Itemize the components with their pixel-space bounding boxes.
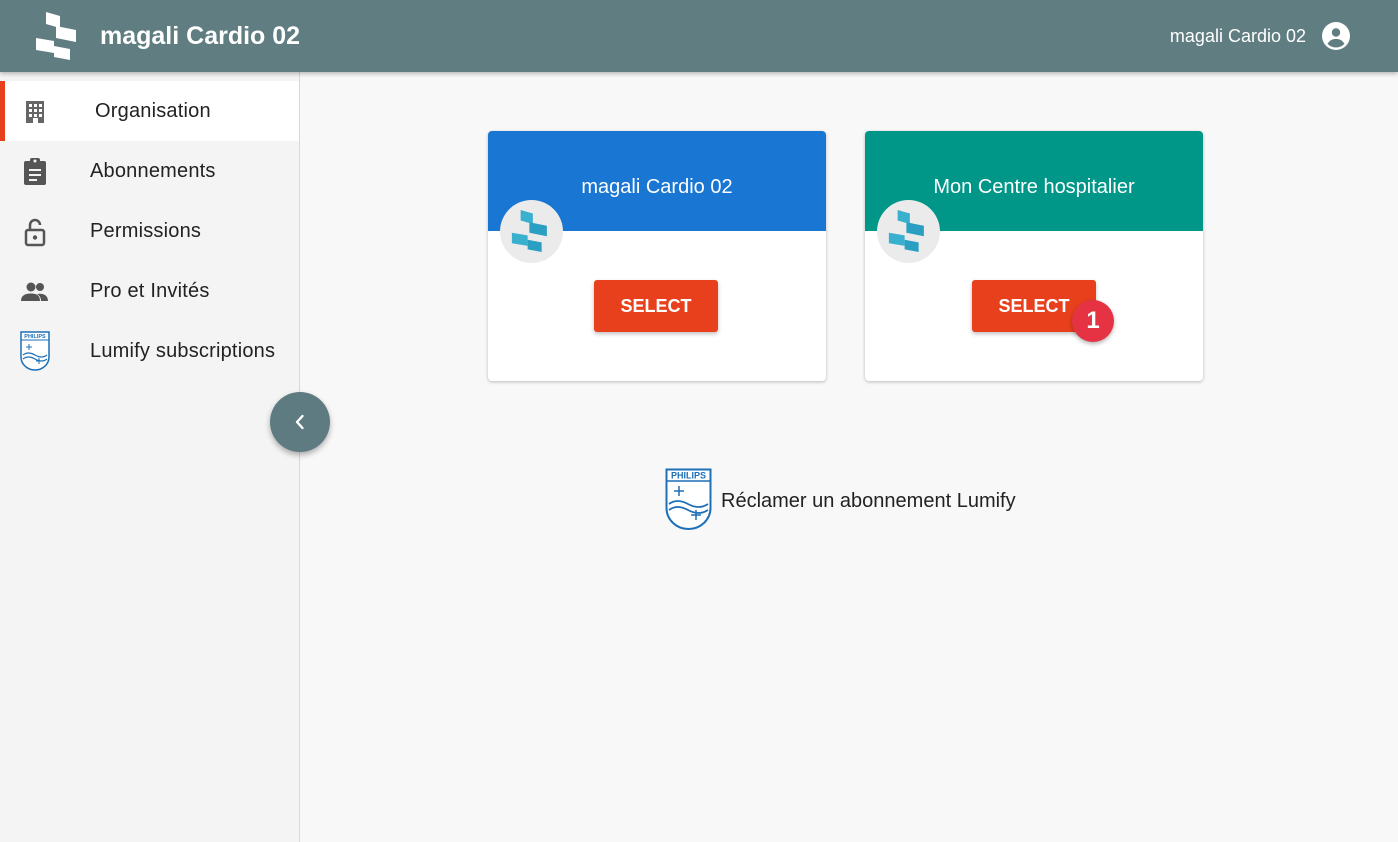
select-button[interactable]: SELECT xyxy=(594,280,718,332)
top-app-bar: magali Cardio 02 magali Cardio 02 xyxy=(0,0,1398,72)
claim-lumify-subscription-link[interactable]: PHILIPS Réclamer un abonnement Lumify xyxy=(665,468,1045,530)
svg-text:PHILIPS: PHILIPS xyxy=(24,334,46,340)
philips-shield-icon: PHILIPS xyxy=(20,331,50,371)
sidebar-item-permissions[interactable]: Permissions xyxy=(0,201,299,261)
step-badge: 1 xyxy=(1072,300,1114,342)
sidebar-item-organisation[interactable]: Organisation xyxy=(0,81,299,141)
sidebar-item-pro-et-invites[interactable]: Pro et Invités xyxy=(0,261,299,321)
unlock-icon xyxy=(24,218,46,247)
sidebar-item-label: Organisation xyxy=(95,100,211,122)
sidebar: Organisation Abonnements Permissions Pro… xyxy=(0,72,300,842)
card-title: Mon Centre hospitalier xyxy=(933,176,1135,198)
organisation-avatar xyxy=(500,200,563,263)
app-title: magali Cardio 02 xyxy=(100,22,301,50)
organisation-card: magali Cardio 02 SELECT xyxy=(488,131,826,381)
philips-shield-icon: PHILIPS xyxy=(665,468,712,530)
organisation-avatar xyxy=(877,200,940,263)
svg-text:PHILIPS: PHILIPS xyxy=(671,471,706,481)
sidebar-item-label: Pro et Invités xyxy=(90,280,210,302)
chevron-left-icon xyxy=(295,414,304,430)
current-user-name[interactable]: magali Cardio 02 xyxy=(1170,26,1306,47)
account-circle-icon[interactable] xyxy=(1322,22,1350,50)
app-logo-icon[interactable] xyxy=(36,12,82,60)
sidebar-item-abonnements[interactable]: Abonnements xyxy=(0,141,299,201)
people-icon xyxy=(21,282,48,301)
sidebar-item-label: Permissions xyxy=(90,220,202,242)
organisation-card: Mon Centre hospitalier SELECT xyxy=(865,131,1203,381)
sidebar-item-lumify-subscriptions[interactable]: PHILIPS Lumify subscriptions xyxy=(0,321,299,381)
clipboard-icon xyxy=(24,158,46,185)
building-icon xyxy=(26,101,44,123)
card-title: magali Cardio 02 xyxy=(581,176,733,198)
sidebar-item-label: Lumify subscriptions xyxy=(90,340,276,362)
claim-lumify-label: Réclamer un abonnement Lumify xyxy=(721,490,1016,512)
collapse-sidebar-button[interactable] xyxy=(270,392,330,452)
organisation-logo-icon xyxy=(511,210,547,252)
sidebar-item-label: Abonnements xyxy=(90,160,216,182)
organisation-logo-icon xyxy=(888,210,924,252)
